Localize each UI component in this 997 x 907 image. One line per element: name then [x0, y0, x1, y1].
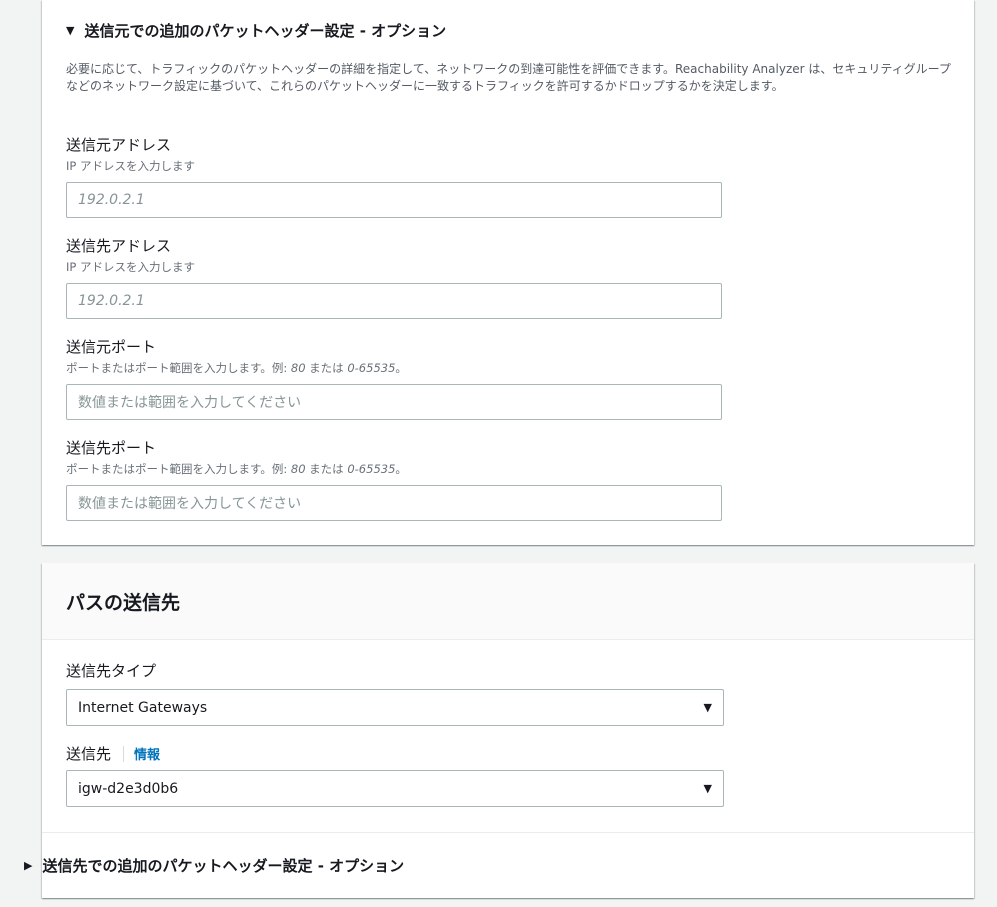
source-header-settings-panel: ▼ 送信元での追加のパケットヘッダー設定 - オプション 必要に応じて、トラフィ… — [42, 0, 974, 545]
dest-address-input[interactable]: 192.0.2.1 — [66, 283, 722, 319]
dest-address-hint: IP アドレスを入力します — [66, 260, 195, 274]
source-address-input[interactable]: 192.0.2.1 — [66, 182, 722, 218]
section-divider — [42, 832, 974, 833]
destination-label-row: 送信先 情報 — [66, 743, 160, 764]
path-destination-panel: パスの送信先 送信先タイプ Internet Gateways ▼ 送信先 情報… — [42, 563, 974, 898]
destination-value: igw-d2e3d0b6 — [78, 780, 179, 797]
source-port-hint: ポートまたはポート範囲を入力します。例: 80 または 0-65535。 — [66, 361, 407, 375]
dest-address-label: 送信先アドレス — [66, 237, 172, 255]
path-destination-header: パスの送信先 — [42, 563, 974, 640]
dest-type-label: 送信先タイプ — [66, 662, 157, 680]
source-port-placeholder: 数値または範囲を入力してください — [78, 395, 302, 411]
source-address-placeholder: 192.0.2.1 — [78, 192, 145, 208]
source-port-label: 送信元ポート — [66, 338, 157, 356]
dest-type-value: Internet Gateways — [78, 699, 208, 716]
source-header-settings-description: 必要に応じて、トラフィックのパケットヘッダーの詳細を指定して、ネットワークの到達… — [66, 62, 951, 93]
dest-address-placeholder: 192.0.2.1 — [78, 293, 145, 309]
dest-header-settings-label: 送信先での追加のパケットヘッダー設定 - オプション — [42, 857, 405, 875]
destination-label: 送信先 — [66, 745, 112, 763]
dest-port-hint: ポートまたはポート範囲を入力します。例: 80 または 0-65535。 — [66, 462, 407, 476]
caret-right-icon: ▶ — [24, 859, 33, 872]
source-address-hint: IP アドレスを入力します — [66, 159, 195, 173]
dest-port-label: 送信先ポート — [66, 439, 157, 457]
caret-down-icon: ▼ — [66, 24, 75, 37]
path-destination-title: パスの送信先 — [66, 592, 181, 614]
dropdown-arrow-icon: ▼ — [703, 782, 712, 795]
dest-port-placeholder: 数値または範囲を入力してください — [78, 496, 302, 512]
destination-select[interactable]: igw-d2e3d0b6 ▼ — [66, 770, 724, 807]
source-header-settings-expander[interactable]: ▼ 送信元での追加のパケットヘッダー設定 - オプション — [66, 20, 446, 41]
source-address-label: 送信元アドレス — [66, 136, 172, 154]
destination-info-link[interactable]: 情報 — [134, 744, 160, 763]
dest-port-input[interactable]: 数値または範囲を入力してください — [66, 485, 722, 521]
dest-type-select[interactable]: Internet Gateways ▼ — [66, 689, 724, 726]
dest-header-settings-expander[interactable]: ▶ 送信先での追加のパケットヘッダー設定 - オプション — [24, 855, 404, 876]
dropdown-arrow-icon: ▼ — [703, 701, 712, 714]
source-port-input[interactable]: 数値または範囲を入力してください — [66, 384, 722, 420]
source-header-settings-label: 送信元での追加のパケットヘッダー設定 - オプション — [84, 22, 447, 40]
info-divider — [123, 745, 125, 762]
